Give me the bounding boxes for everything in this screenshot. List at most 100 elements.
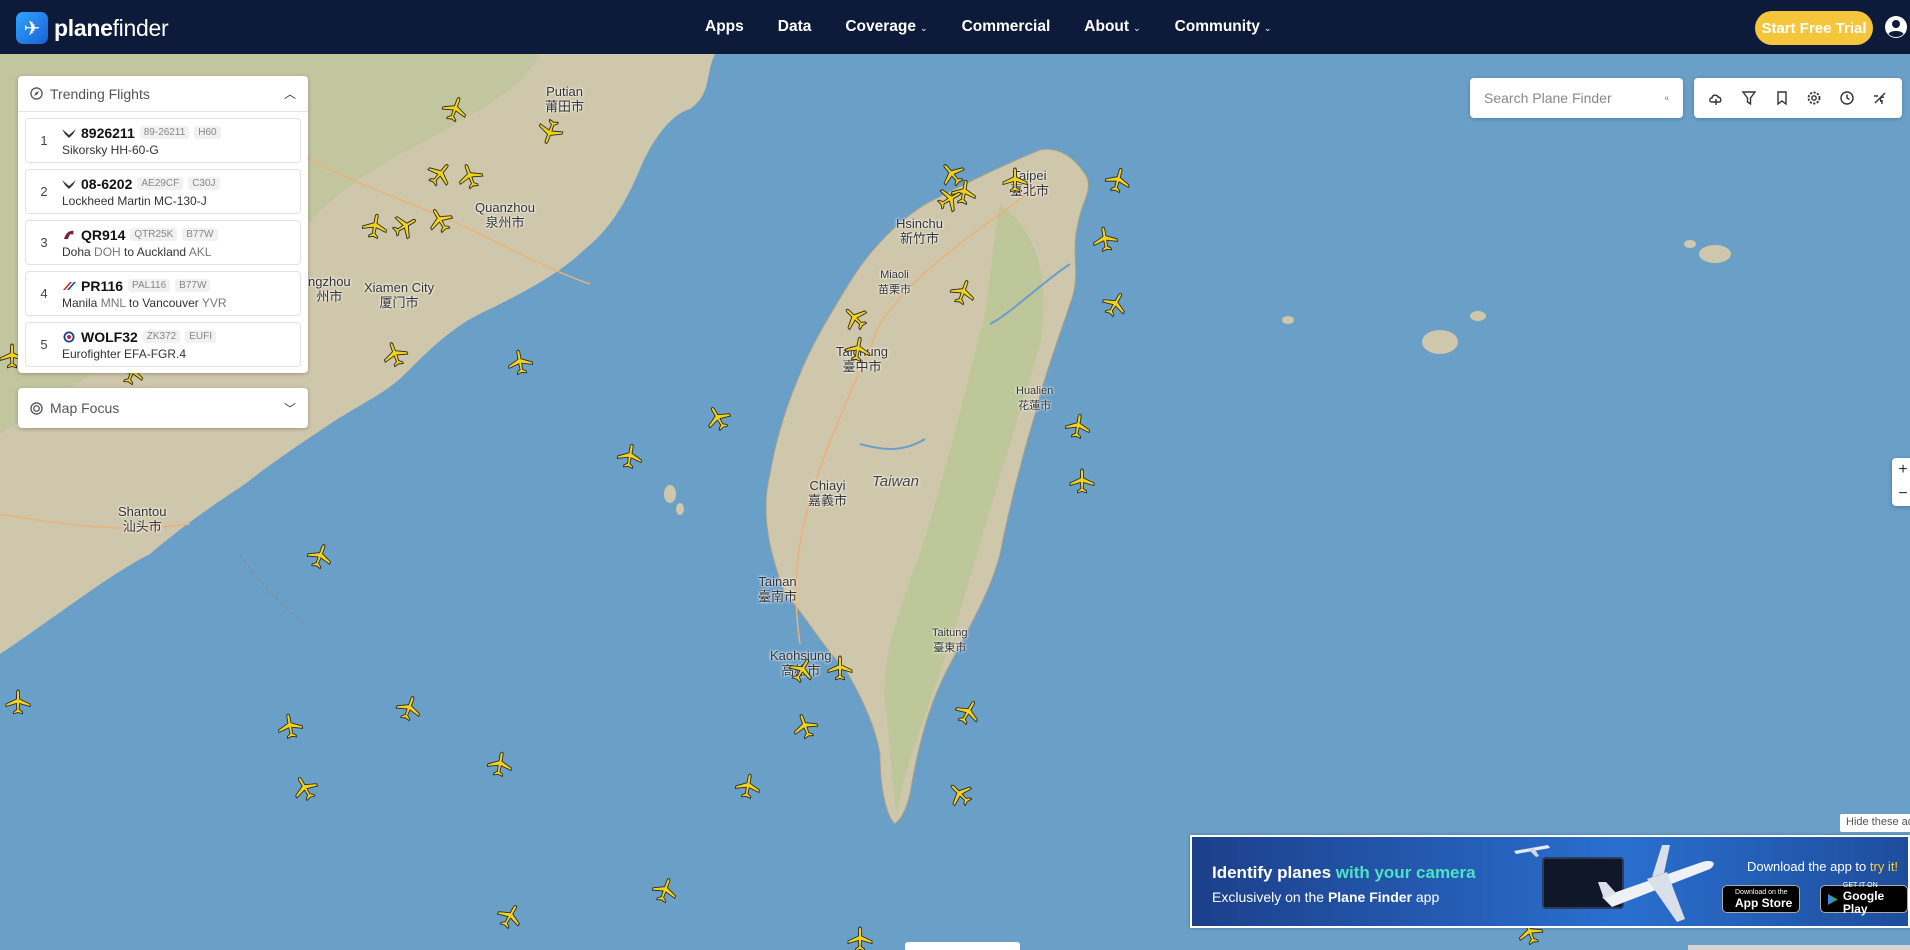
chevron-up-icon[interactable]: ︿ [284, 85, 296, 102]
brand-name-rest: finder [112, 14, 169, 41]
flight-rank: 2 [40, 184, 48, 199]
ad-small-plane-image [1514, 845, 1550, 857]
flight-rank: 3 [40, 235, 48, 250]
aircraft-marker-icon[interactable] [1068, 467, 1096, 495]
aircraft-marker-icon[interactable] [826, 654, 854, 682]
search-box [1470, 78, 1683, 118]
flight-tag: QTR25K [130, 228, 178, 241]
ad-subtitle: Exclusively on the Plane Finder app [1212, 889, 1440, 905]
aircraft-marker-icon[interactable] [732, 770, 764, 802]
aircraft-marker-icon[interactable] [1062, 410, 1094, 442]
chevron-down-icon: ⌄ [1263, 22, 1272, 33]
map-label-hualien: Hualien 花蓮市 [1016, 385, 1054, 412]
flight-callsign: WOLF32 [81, 328, 138, 345]
weather-cloud-icon[interactable] [1707, 89, 1725, 107]
trending-flight-row[interactable]: 1 8926211 89-26211 H60 Sikorsky HH-60-G [25, 118, 301, 163]
trending-flight-row[interactable]: 4 PR116 PAL116 B77W Manila MNL to Vancou… [25, 271, 301, 316]
brand-name-bold: plane [54, 14, 113, 41]
plane-logo-icon: ✈ [16, 12, 48, 44]
zoom-out-button[interactable]: − [1898, 485, 1907, 503]
aircraft-marker-icon[interactable] [842, 333, 874, 365]
map-focus-panel[interactable]: Map Focus ﹀ [18, 388, 308, 428]
nav-data[interactable]: Data [761, 18, 829, 36]
flight-tag: EUFI [185, 330, 217, 343]
chevron-down-icon[interactable]: ﹀ [284, 400, 296, 417]
flight-aircraft: Lockheed Martin MC-130-J [62, 193, 207, 208]
flight-route: Manila MNL to Vancouver YVR [62, 295, 227, 310]
settings-gear-icon[interactable] [1805, 89, 1823, 107]
flight-callsign: 08-6202 [81, 175, 133, 192]
flight-rank: 4 [40, 286, 48, 301]
aircraft-marker-icon[interactable] [4, 688, 32, 716]
start-free-trial-button[interactable]: Start Free Trial [1755, 11, 1873, 45]
trending-flight-row[interactable]: 3 QR914 QTR25K B77W Doha DOH to Auckland… [25, 220, 301, 265]
search-input[interactable] [1484, 90, 1665, 106]
flight-route: Doha DOH to Auckland AKL [62, 244, 212, 259]
google-play-button[interactable]: GET IT ON Google Play [1820, 882, 1908, 916]
bookmark-icon[interactable] [1773, 89, 1791, 107]
flight-tag: B77W [175, 279, 211, 292]
playback-plane-icon[interactable] [1871, 89, 1889, 107]
ad-airliner-image [1598, 845, 1714, 922]
aircraft-marker-icon[interactable] [846, 925, 874, 950]
aircraft-marker-icon[interactable] [359, 210, 391, 242]
app-store-button[interactable]: Download on the App Store [1722, 885, 1801, 913]
map-label-tainan: Tainan 臺南市 [758, 574, 798, 604]
zoom-control: + − [1892, 458, 1910, 506]
trending-flight-row[interactable]: 5 WOLF32 ZK372 EUFI Eurofighter EFA-FGR.… [25, 322, 301, 367]
zoom-in-button[interactable]: + [1898, 461, 1907, 479]
flight-tag: C30J [188, 177, 220, 190]
nav-commercial-label: Commercial [961, 18, 1051, 35]
nav-community[interactable]: Community ⌄ [1158, 18, 1289, 36]
flight-aircraft: Eurofighter EFA-FGR.4 [62, 346, 187, 361]
military-eagle-icon [62, 179, 76, 189]
bottom-drawer-handle[interactable] [905, 942, 1020, 950]
aircraft-marker-icon[interactable] [274, 710, 306, 742]
trending-flights-panel: Trending Flights ︿ 1 8926211 89-26211 H6… [18, 76, 308, 373]
flight-callsign: 8926211 [81, 124, 135, 141]
map-label-zhangzhou: ngzhou 州市 [308, 274, 351, 304]
nav-coverage[interactable]: Coverage ⌄ [828, 18, 944, 36]
map-label-hsinchu: Hsinchu 新竹市 [896, 216, 943, 246]
nav-commercial[interactable]: Commercial [945, 18, 1068, 36]
chevron-down-icon: ⌄ [1133, 22, 1141, 33]
trending-flight-row[interactable]: 2 08-6202 AE29CF C30J Lockheed Martin MC… [25, 169, 301, 214]
history-clock-icon[interactable] [1838, 89, 1856, 107]
flight-tag: ZK372 [142, 330, 181, 343]
ad-title: Identify planes with your camera [1212, 863, 1476, 882]
map-label-quanzhou: Quanzhou 泉州市 [475, 200, 535, 230]
flight-tag: B77W [182, 228, 218, 241]
ad-download-text: Download the app to try it! [1747, 859, 1899, 874]
aircraft-marker-icon[interactable] [1089, 223, 1121, 255]
planefinder-logo[interactable]: ✈ planefinder [16, 12, 169, 44]
map-label-putian: Putian 莆田市 [545, 84, 585, 114]
nav-apps[interactable]: Apps [688, 18, 761, 36]
nav-about[interactable]: About ⌄ [1067, 18, 1157, 36]
nav-community-label: Community [1174, 18, 1260, 35]
map-label-xiamen: Xiamen City 厦门市 [364, 280, 435, 310]
compass-icon [30, 87, 43, 100]
trending-flights-header[interactable]: Trending Flights ︿ [18, 76, 308, 112]
chevron-down-icon: ⌄ [920, 22, 928, 33]
flight-aircraft: Sikorsky HH-60-G [62, 142, 159, 157]
qatar-logo-icon [64, 230, 74, 239]
flight-rank: 1 [40, 133, 48, 148]
pal-logo-icon [63, 281, 76, 290]
hide-ads-link[interactable]: Hide these ads [1840, 814, 1910, 832]
aircraft-marker-icon[interactable] [484, 748, 516, 780]
aircraft-marker-icon[interactable] [504, 346, 536, 378]
map-toolbar [1694, 78, 1902, 118]
flight-callsign: PR116 [81, 277, 124, 294]
filter-icon[interactable] [1740, 89, 1758, 107]
search-icon[interactable] [1665, 91, 1669, 106]
flight-callsign: QR914 [81, 226, 126, 243]
bottom-ad-strip [1688, 945, 1910, 950]
aircraft-marker-icon[interactable] [614, 440, 646, 472]
nav-apps-label: Apps [705, 18, 744, 35]
aircraft-marker-icon[interactable] [1001, 166, 1029, 194]
flight-tag: PAL116 [128, 279, 171, 292]
user-account-icon[interactable] [1884, 15, 1908, 39]
nav-data-label: Data [777, 18, 812, 35]
app-ad-banner[interactable]: Identify planes with your camera Exclusi… [1190, 835, 1910, 928]
map-label-taitung: Taitung 臺東市 [932, 627, 968, 654]
